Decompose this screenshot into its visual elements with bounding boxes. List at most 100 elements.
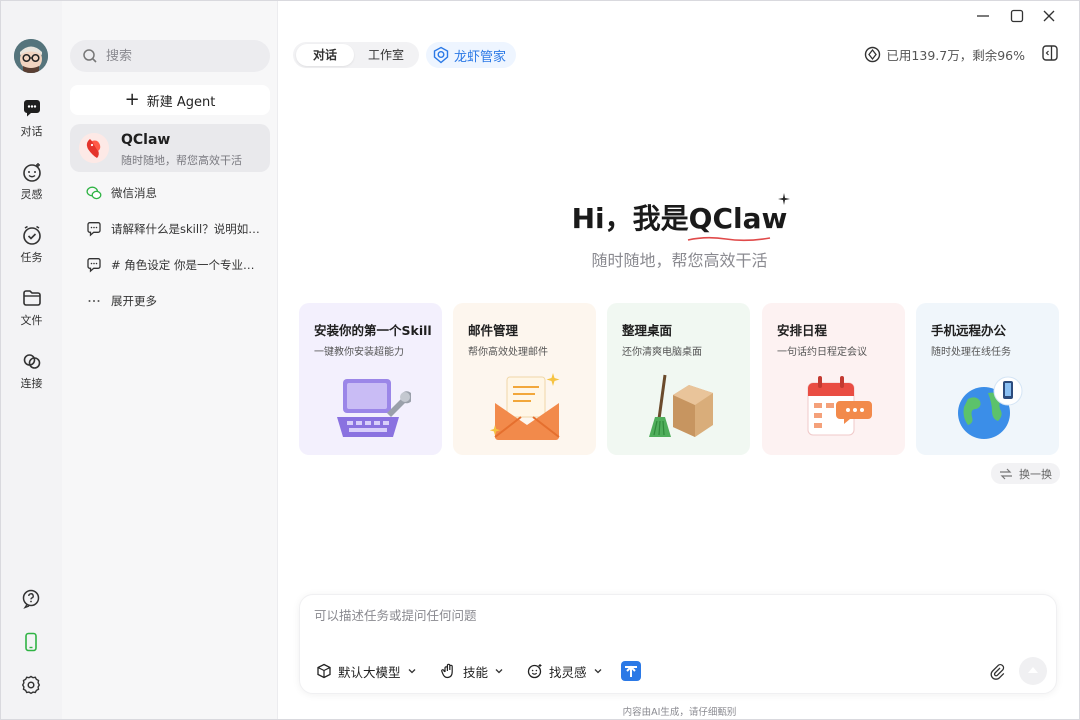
- suggestion-card-desktop[interactable]: 整理桌面 还你清爽电脑桌面: [607, 303, 750, 455]
- maximize-icon[interactable]: [1006, 5, 1028, 27]
- app-window: 对话 灵感 任务 文件 连接 搜索 + 新建 Agent QClaw 随时随地，…: [0, 0, 1080, 720]
- chat-item-label: 微信消息: [111, 186, 157, 200]
- task-icon: [22, 225, 41, 245]
- suggestion-card-email[interactable]: 邮件管理 帮你高效处理邮件: [453, 303, 596, 455]
- card-title: 安排日程: [777, 323, 828, 338]
- more-icon: [88, 300, 100, 302]
- ai-disclaimer: 内容由AI生成，请仔细甄别: [622, 707, 737, 718]
- swap-icon: [1000, 468, 1012, 479]
- folder-icon: [22, 290, 41, 306]
- chat-icon: [23, 100, 40, 117]
- settings-icon[interactable]: [20, 674, 42, 696]
- inspiration-icon: [22, 163, 41, 182]
- skill-select[interactable]: 技能: [441, 659, 504, 683]
- chat-item-label: 请解释什么是skill？说明如…: [111, 222, 260, 236]
- search-icon: [83, 49, 97, 63]
- usage-text: 已用139.7万，剩余96%: [886, 48, 1025, 63]
- model-select[interactable]: 默认大模型: [316, 659, 417, 683]
- main-area: 对话 工作室 龙虾管家 已用139.7万，剩余96% Hi，我是QClaw 随时…: [278, 1, 1079, 719]
- hand-icon: [441, 663, 453, 679]
- panel-toggle-icon[interactable]: [1041, 44, 1059, 62]
- card-title: 邮件管理: [468, 323, 519, 338]
- inspiration-select-label: 找灵感: [549, 664, 587, 680]
- cube-icon: [317, 663, 331, 679]
- hero-subtitle: 随时随地，帮您高效干活: [591, 251, 768, 270]
- agent-item-qclaw[interactable]: QClaw 随时随地，帮您高效干活: [70, 124, 270, 172]
- quota-icon: [865, 46, 881, 63]
- search-box[interactable]: [70, 40, 270, 72]
- chevron-down-icon: [408, 669, 415, 674]
- search-input[interactable]: [106, 46, 256, 66]
- broom-box-icon: [649, 374, 713, 437]
- envelope-icon: [489, 373, 560, 440]
- lobster-manager-label: 龙虾管家: [454, 49, 507, 65]
- send-arrow-icon: [1028, 667, 1038, 673]
- rail-item-task[interactable]: 任务: [1, 224, 62, 265]
- attachment-icon[interactable]: [988, 662, 1006, 680]
- card-title: 整理桌面: [622, 323, 673, 338]
- prompt-input[interactable]: [314, 605, 1014, 633]
- expand-more-label: 展开更多: [111, 294, 157, 308]
- hero-title-text: Hi，我是QClaw: [571, 202, 788, 235]
- send-button[interactable]: [1019, 657, 1047, 685]
- tab-chat[interactable]: 对话: [296, 44, 354, 66]
- close-icon[interactable]: [1038, 5, 1060, 27]
- rail-item-files[interactable]: 文件: [1, 287, 62, 328]
- agent-name: QClaw: [121, 132, 171, 148]
- rail-label: 连接: [20, 377, 43, 390]
- rail-label: 文件: [20, 314, 43, 327]
- skill-select-label: 技能: [463, 664, 489, 680]
- plus-icon: +: [124, 89, 140, 110]
- rail-item-chat[interactable]: 对话: [1, 98, 62, 139]
- minimize-icon[interactable]: [972, 5, 994, 27]
- globe-phone-icon: [958, 376, 1023, 439]
- lobster-icon: [79, 133, 109, 163]
- suggestion-card-schedule[interactable]: 安排日程 一句话约日程定会议: [762, 303, 905, 455]
- avatar[interactable]: [14, 39, 48, 73]
- lobster-manager-icon: [433, 46, 449, 64]
- lobster-manager-button[interactable]: 龙虾管家: [426, 42, 517, 68]
- rail-item-inspiration[interactable]: 灵感: [1, 161, 62, 202]
- refresh-button[interactable]: 换一换: [991, 463, 1060, 484]
- rail-label: 任务: [20, 251, 43, 264]
- rail-label: 灵感: [20, 188, 43, 201]
- calendar-icon: [807, 376, 872, 436]
- chat-bubble-icon: [87, 258, 101, 273]
- chat-item[interactable]: # 角色设定 你是一个专业的…: [70, 252, 270, 278]
- app-shortcut-icon[interactable]: [621, 661, 641, 681]
- smile-sparkle-icon: [527, 664, 542, 679]
- help-icon[interactable]: [20, 588, 42, 610]
- rail-label: 对话: [20, 125, 43, 138]
- rail-item-connect[interactable]: 连接: [1, 350, 62, 391]
- hero-title: Hi，我是QClaw: [278, 193, 1079, 242]
- refresh-label: 换一换: [1019, 467, 1052, 481]
- suggestion-card-remote[interactable]: 手机远程办公 随时处理在线任务: [916, 303, 1059, 455]
- card-subtitle: 一键教你安装超能力: [314, 347, 404, 358]
- expand-more-button[interactable]: 展开更多: [70, 288, 270, 314]
- card-subtitle: 随时处理在线任务: [931, 347, 1011, 358]
- chevron-down-icon: [495, 669, 503, 674]
- new-agent-label: 新建 Agent: [146, 94, 216, 110]
- mode-tabs: 对话 工作室: [293, 42, 419, 68]
- sparkle-icon: [778, 193, 790, 205]
- link-icon: [23, 354, 40, 369]
- chevron-down-icon: [594, 669, 601, 674]
- tab-studio[interactable]: 工作室: [356, 44, 416, 66]
- sidebar: + 新建 Agent QClaw 随时随地，帮您高效干活 微信消息: [62, 1, 278, 719]
- agent-subtitle: 随时随地，帮您高效干活: [121, 154, 242, 167]
- new-agent-button[interactable]: + 新建 Agent: [70, 85, 270, 115]
- card-subtitle: 一句话约日程定会议: [777, 347, 867, 358]
- laptop-wrench-icon: [337, 379, 411, 437]
- suggestion-card-install-skill[interactable]: 安装你的第一个Skill 一键教你安装超能力: [299, 303, 442, 455]
- chat-item[interactable]: 请解释什么是skill？说明如…: [70, 216, 270, 242]
- inspiration-select[interactable]: 找灵感: [527, 659, 603, 683]
- phone-icon[interactable]: [20, 631, 42, 653]
- card-title: 手机远程办公: [931, 323, 1007, 338]
- chat-item-label: # 角色设定 你是一个专业的…: [111, 258, 261, 272]
- usage-indicator[interactable]: 已用139.7万，剩余96%: [864, 45, 1025, 64]
- model-select-label: 默认大模型: [338, 664, 401, 680]
- composer: 默认大模型 技能: [299, 594, 1057, 694]
- card-subtitle: 还你清爽电脑桌面: [622, 347, 702, 358]
- chat-bubble-icon: [87, 222, 101, 237]
- chat-item-wechat[interactable]: 微信消息: [70, 180, 270, 206]
